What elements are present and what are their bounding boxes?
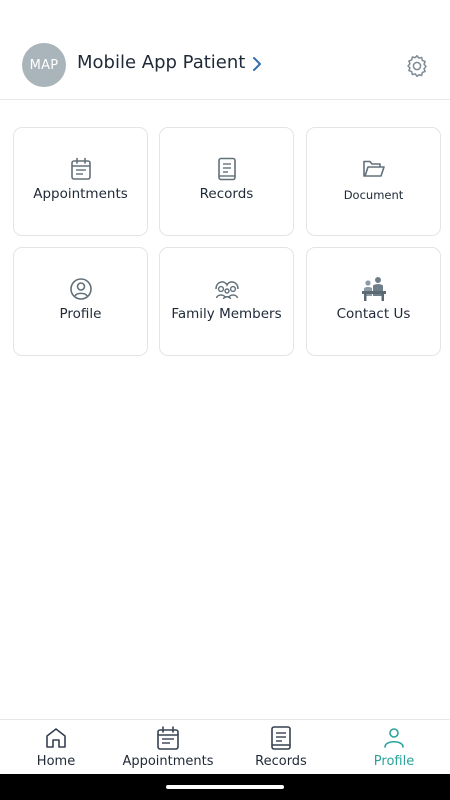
- nav-records[interactable]: Records: [236, 720, 326, 775]
- tile-records[interactable]: Records: [159, 127, 294, 236]
- family-group-icon: [213, 275, 241, 303]
- tile-label: Family Members: [171, 306, 282, 322]
- tile-document[interactable]: Document: [306, 127, 441, 236]
- gear-icon[interactable]: [404, 53, 430, 79]
- tile-label: Appointments: [33, 186, 128, 202]
- nav-label: Home: [36, 754, 76, 769]
- document-list-icon: [213, 155, 241, 183]
- system-navigation-bar: [0, 774, 450, 800]
- nav-home[interactable]: Home: [10, 720, 102, 775]
- tile-label: Profile: [59, 306, 102, 322]
- home-icon: [46, 728, 66, 748]
- nav-appointments[interactable]: Appointments: [113, 720, 223, 775]
- tile-appointments[interactable]: Appointments: [13, 127, 148, 236]
- tile-family-members[interactable]: Family Members: [159, 247, 294, 356]
- tile-contact-us[interactable]: Contact Us: [306, 247, 441, 356]
- tile-profile[interactable]: Profile: [13, 247, 148, 356]
- avatar[interactable]: MAP: [22, 43, 66, 87]
- chevron-right-icon[interactable]: [249, 54, 265, 74]
- folder-open-icon: [360, 155, 388, 183]
- document-list-icon: [271, 726, 291, 750]
- nav-label: Records: [255, 754, 307, 769]
- calendar-icon: [67, 155, 95, 183]
- nav-label: Profile: [373, 754, 415, 769]
- nav-label: Appointments: [122, 754, 214, 769]
- contact-desk-icon: [360, 275, 388, 303]
- tile-label: Records: [199, 186, 254, 202]
- bottom-nav: Home Appointments Records Profile: [0, 719, 450, 774]
- tile-label: Document: [343, 188, 404, 202]
- profile-header: MAP Mobile App Patient: [0, 0, 450, 100]
- home-indicator[interactable]: [166, 785, 284, 789]
- tile-label: Contact Us: [336, 306, 411, 322]
- user-icon: [384, 728, 404, 748]
- nav-profile[interactable]: Profile: [348, 720, 440, 775]
- calendar-icon: [157, 726, 179, 750]
- user-name[interactable]: Mobile App Patient: [77, 52, 245, 73]
- user-circle-icon: [67, 275, 95, 303]
